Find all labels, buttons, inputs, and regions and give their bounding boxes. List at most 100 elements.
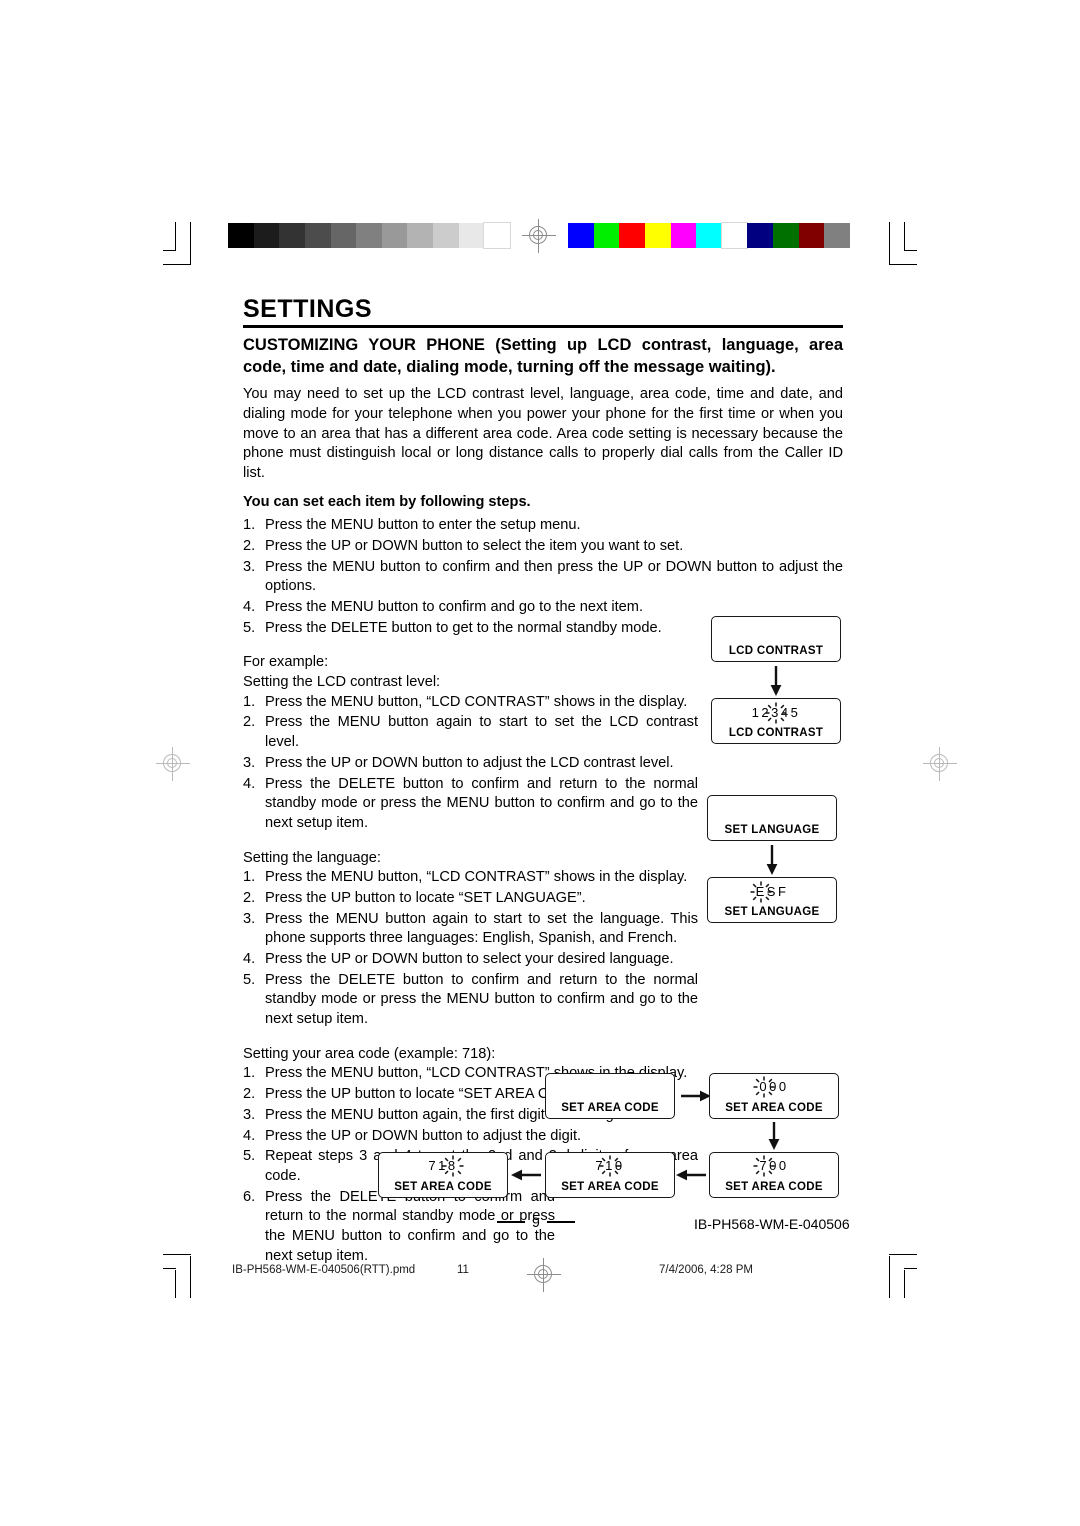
lcd-label: LCD CONTRAST [728, 645, 824, 657]
grayscale-calibration-bar [228, 222, 512, 249]
lcd-digits: 7 10 [546, 1155, 674, 1176]
lcd-label: SET AREA CODE [561, 1181, 659, 1193]
lcd-flashing-char: E [750, 881, 772, 902]
calibration-swatch [407, 223, 434, 248]
lcd-char: 8 [447, 1158, 458, 1173]
calibration-swatch [381, 223, 408, 248]
step-text: Press the UP button to locate “SET LANGU… [265, 889, 586, 906]
lcd-flashing-char: 0 [753, 1076, 775, 1097]
subsection-title: CUSTOMIZING YOUR PHONE (Setting up LCD c… [243, 335, 843, 379]
page-number: 9 [497, 1214, 575, 1230]
crop-mark-top-left-v2 [175, 222, 176, 250]
list-item: 4. Press the UP or DOWN button to select … [243, 950, 698, 970]
intro-paragraph: You may need to set up the LCD contrast … [243, 386, 843, 481]
lcd-display-language-1: SET LANGUAGE [707, 795, 837, 841]
step-number: 3. [243, 1106, 256, 1123]
lcd-display-language-2: ESF SET LANGUAGE [707, 877, 837, 923]
calibration-swatch [458, 223, 485, 248]
lcd-digits: 71 8 [379, 1155, 507, 1176]
step-text: Press the MENU button again to start to … [265, 910, 698, 947]
page-number-dash-left [497, 1221, 525, 1223]
step-number: 6. [243, 1188, 256, 1205]
step-text: Press the UP or DOWN button to adjust th… [265, 1127, 582, 1144]
list-item: 2. Press the MENU button again to start t… [243, 713, 698, 752]
lcd-label: SET AREA CODE [561, 1102, 659, 1114]
lcd-display-area-3: 700 SET AREA CODE [709, 1152, 839, 1198]
lcd-display-area-4: 7 10 SET AREA CODE [545, 1152, 675, 1198]
calibration-swatch [304, 223, 331, 248]
step-number: 2. [243, 1086, 256, 1103]
lcd-char: 0 [759, 1079, 770, 1094]
crop-mark-top-right-v [889, 222, 890, 264]
arrow-down-icon [770, 666, 782, 696]
lcd-display-contrast-2: 12 345 LCD CONTRAST [711, 698, 841, 744]
step-number: 3. [243, 558, 256, 575]
step-number: 3. [243, 754, 256, 771]
lcd-label: SET LANGUAGE [724, 824, 820, 836]
contrast-steps-list: 1. Press the MENU button, “LCD CONTRAST” … [243, 693, 698, 834]
arrow-left-icon [676, 1169, 706, 1181]
step-text: Press the UP or DOWN button to select th… [265, 537, 684, 554]
list-item: 4. Press the UP or DOWN button to adjust … [243, 1127, 698, 1147]
step-number: 5. [243, 1148, 256, 1165]
calibration-swatch [568, 223, 594, 248]
lcd-flashing-char: 1 [599, 1155, 621, 1176]
step-text: Press the MENU button to enter the setup… [265, 517, 581, 534]
registration-mark-bottom [527, 1258, 561, 1292]
list-item: 4. Press the MENU button to confirm and g… [243, 598, 843, 618]
calibration-swatch [619, 223, 645, 248]
step-number: 1. [243, 1065, 256, 1082]
list-item: 3. Press the MENU button to confirm and t… [243, 558, 843, 597]
lcd-char: F [777, 884, 789, 899]
calibration-swatch [824, 223, 851, 248]
list-item: 5. Press the DELETE button to confirm and… [243, 971, 698, 1030]
area-code-heading: Setting your area code (example: 718): [243, 1045, 496, 1062]
step-text: Press the MENU button to confirm and go … [265, 599, 643, 615]
list-item: 1. Press the MENU button, “LCD CONTRAST” … [243, 693, 698, 713]
lcd-display-contrast-1: LCD CONTRAST [711, 616, 841, 662]
calibration-swatch [747, 223, 774, 248]
calibration-swatch [720, 222, 749, 249]
step-number: 4. [243, 775, 256, 792]
lcd-char: 7 [428, 1158, 439, 1173]
lcd-char: 1 [605, 1158, 615, 1173]
calibration-swatch [696, 223, 722, 248]
lcd-flashing-char: 8 [442, 1155, 464, 1176]
lcd-display-area-1: SET AREA CODE [545, 1073, 675, 1119]
calibration-swatch [330, 223, 357, 248]
calibration-swatch [433, 223, 459, 248]
crop-mark-top-right-h2 [904, 250, 917, 251]
lcd-char: 0 [778, 1079, 789, 1094]
page-content: SETTINGS CUSTOMIZING YOUR PHONE (Setting… [243, 296, 843, 1267]
step-text: Press the UP or DOWN button to select yo… [265, 951, 674, 967]
step-number: 4. [243, 1127, 256, 1144]
crop-mark-bottom-left-v [190, 1256, 191, 1298]
list-item: 1. Press the MENU button, “LCD CONTRAST” … [243, 868, 698, 888]
calibration-swatch [356, 223, 382, 248]
print-page-number: 11 [457, 1264, 469, 1276]
calibration-swatch [798, 223, 825, 248]
list-item: 3. Press the MENU button again to start t… [243, 910, 698, 949]
page-title: SETTINGS [243, 295, 373, 323]
document-page: SETTINGS CUSTOMIZING YOUR PHONE (Setting… [0, 0, 1080, 1526]
step-text: Press the UP or DOWN button to adjust th… [265, 754, 674, 771]
document-code: IB-PH568-WM-E-040506 [694, 1216, 850, 1232]
calibration-swatch [773, 223, 799, 248]
calibration-swatch [253, 223, 280, 248]
step-text: Press the DELETE button to confirm and r… [265, 971, 698, 1028]
title-rule [243, 325, 843, 329]
steps-heading: You can set each item by following steps… [243, 493, 531, 510]
lcd-digits: 700 [710, 1155, 838, 1176]
crop-mark-top-left-h2 [163, 250, 176, 251]
lcd-char: 3 [771, 705, 781, 720]
lcd-flashing-char: 7 [753, 1155, 775, 1176]
step-text: Press the MENU button, “LCD CONTRAST” sh… [265, 869, 688, 886]
page-number-value: 9 [532, 1214, 540, 1230]
calibration-swatch [593, 223, 620, 248]
list-item: 2. Press the UP button to locate “SET LAN… [243, 889, 698, 909]
step-number: 1. [243, 869, 256, 886]
lcd-label: SET AREA CODE [725, 1102, 823, 1114]
lcd-digits: ESF [708, 881, 836, 902]
crop-mark-bottom-left-v2 [175, 1270, 176, 1298]
step-text: Press the MENU button to confirm and the… [265, 558, 843, 595]
